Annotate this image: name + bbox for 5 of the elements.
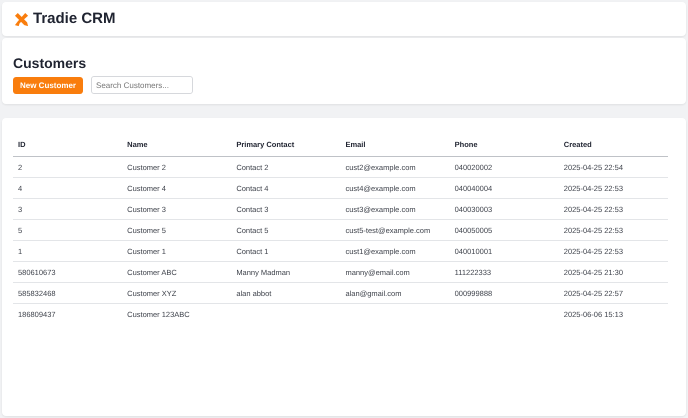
tools-icon — [14, 12, 29, 26]
search-field[interactable]: Search Customers... — [91, 76, 194, 94]
page-heading: Customers — [13, 54, 88, 72]
app-title: Tradie CRM — [33, 8, 116, 29]
new-customer-button[interactable]: New Customer — [13, 76, 84, 94]
